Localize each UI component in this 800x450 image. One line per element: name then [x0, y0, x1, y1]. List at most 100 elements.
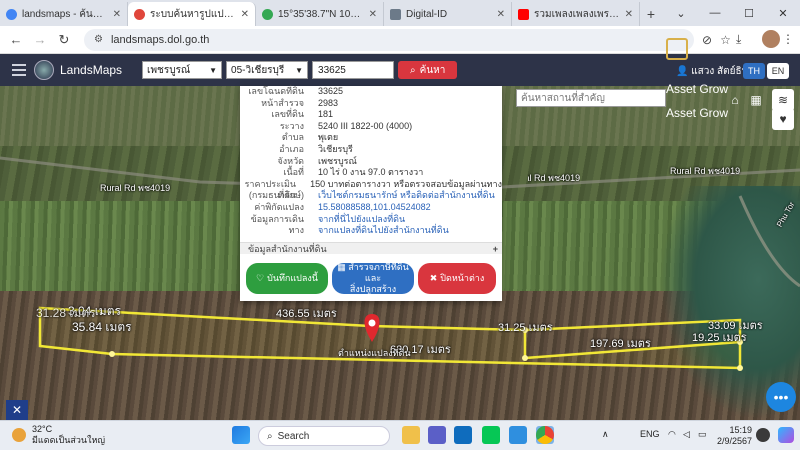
parcel-info-value: 33625	[318, 86, 344, 96]
search-icon: ⌕	[410, 64, 416, 76]
profile-avatar[interactable]	[762, 30, 780, 48]
parcel-info-row: ตำบล พุเตย	[240, 132, 502, 144]
taskbar-search[interactable]: ⌕ Search	[258, 426, 390, 446]
teams-icon[interactable]	[428, 426, 446, 444]
lang-th-button[interactable]: TH	[743, 63, 765, 79]
close-icon: ✖	[429, 273, 438, 283]
parcel-info-key: จังหวัด	[277, 155, 305, 166]
forward-icon[interactable]: →	[28, 32, 52, 47]
parcel-info-key: ตำบล	[281, 132, 304, 143]
reload-icon[interactable]: ↻	[52, 32, 76, 48]
browser-tab-strip: landsmaps - ค้นหาด้วย Go ✕ ระบบค้นหารูปแ…	[0, 0, 800, 26]
land-office-section[interactable]: ข้อมูลสำนักงานที่ดิน +	[240, 242, 502, 254]
notification-icon[interactable]	[756, 428, 770, 442]
line-icon[interactable]	[482, 426, 500, 444]
place-search-input[interactable]: ค้นหาสถานที่สำคัญ	[516, 89, 666, 107]
save-parcel-button[interactable]: ♡ บันทึกแปลงนี้	[246, 263, 328, 294]
measure-label: 436.55 เมตร	[276, 308, 337, 320]
tax-survey-button[interactable]: ▦ สำรวจภาษีที่ดินและ สิ่งปลูกสร้าง	[332, 262, 414, 294]
parcel-info-row: ค่าพิกัดแปลง 15.58088588,101.04524082	[240, 202, 502, 214]
window-controls: ⌄ — ☐ ✕	[664, 0, 800, 26]
parcel-info-link[interactable]: เว็บไซต์กรมธนารักษ์ หรือติดต่อสำนักงานที…	[318, 190, 495, 202]
search-button-label: ค้นหา	[419, 64, 446, 76]
close-icon[interactable]: ✕	[497, 9, 505, 20]
asset-grow-watermark: Asset Grow	[666, 82, 729, 96]
map-pin-favicon-icon	[134, 8, 145, 20]
menu-icon[interactable]	[12, 61, 26, 79]
measure-label: 197.69 เมตร	[590, 338, 651, 350]
browser-tab[interactable]: รวมเพลงเพลงเพราะฟังสบาย... ✕	[512, 2, 640, 26]
weather-widget[interactable]: 32°C มีแดดเป็นส่วนใหญ่	[12, 424, 105, 446]
parcel-info-row: เนื้อที่ 10 ไร่ 0 งาน 97.0 ตารางวา	[240, 167, 502, 179]
youtube-favicon-icon	[518, 8, 529, 20]
chevron-down-icon: ▼	[295, 65, 304, 75]
browser-tab[interactable]: landsmaps - ค้นหาด้วย Go ✕	[0, 2, 128, 26]
tray-chevron-icon[interactable]: ∧	[602, 429, 609, 440]
copilot-icon[interactable]	[778, 427, 794, 443]
sun-icon	[12, 428, 26, 442]
parcel-number-input[interactable]: 33625	[312, 61, 395, 79]
tools-icon[interactable]: ✕	[6, 400, 28, 420]
close-icon[interactable]: ✕	[113, 9, 121, 20]
parcel-info-link[interactable]: 15.58088588,101.04524082	[318, 202, 431, 214]
minimize-icon[interactable]: —	[698, 0, 732, 26]
close-icon[interactable]: ✕	[625, 9, 633, 20]
outlook-icon[interactable]	[454, 426, 472, 444]
close-window-icon[interactable]: ✕	[766, 0, 800, 26]
lang-en-button[interactable]: EN	[767, 63, 789, 79]
parcel-info-popup: เลขโฉนดที่ดิน 33625 หน้าสำรวจ 2983 เลขที่ดิน…	[240, 86, 502, 301]
maximize-icon[interactable]: ☐	[732, 0, 766, 26]
chrome-icon[interactable]	[536, 426, 554, 444]
heart-icon: ♡	[256, 273, 265, 283]
parcel-info-key: ระวาง	[279, 120, 304, 131]
parcel-info-value: 5240 III 1822-00 (4000)	[318, 120, 413, 131]
clock-date: 2/9/2567	[716, 436, 752, 446]
measure-label: 35.84 เมตร	[72, 320, 132, 334]
wifi-icon[interactable]: ◠	[668, 429, 676, 440]
search-button[interactable]: ⌕ ค้นหา	[398, 61, 458, 79]
maps-favicon-icon	[262, 8, 273, 20]
section-title: ข้อมูลสำนักงานที่ดิน	[248, 244, 327, 254]
road-label: Rural Rd พช4019	[670, 166, 741, 176]
browser-tab-active[interactable]: ระบบค้นหารูปแปลงที่ดิน (Lan ✕	[128, 2, 256, 26]
parcel-info-key: ข้อมูลการเดินทาง	[250, 213, 304, 236]
download-icon[interactable]: ⤓	[736, 32, 741, 47]
close-icon[interactable]: ✕	[369, 9, 377, 20]
back-icon[interactable]: ←	[4, 32, 28, 47]
new-tab-button[interactable]: +	[640, 2, 662, 26]
file-explorer-icon[interactable]	[402, 426, 420, 444]
chat-button[interactable]: •••	[766, 382, 796, 412]
browser-menu-icon[interactable]: ⋮	[782, 32, 794, 46]
home-icon[interactable]: ⌂	[724, 89, 746, 111]
grid-icon[interactable]: ▦	[745, 89, 767, 111]
browser-tab[interactable]: 15°35'38.7"N 101°03'38. ✕	[256, 2, 384, 26]
browser-tab[interactable]: Digital-ID ✕	[384, 2, 512, 26]
input-language[interactable]: ENG	[640, 429, 660, 439]
temperature: 32°C	[32, 424, 53, 434]
clock[interactable]: 15:19 2/9/2567	[716, 425, 752, 447]
url-field[interactable]: ⚙ landsmaps.dol.go.th	[84, 28, 694, 51]
province-select[interactable]: เพชรบูรณ์ ▼	[142, 61, 223, 79]
expand-icon[interactable]: +	[493, 243, 498, 255]
favorite-heart-icon[interactable]: ♥	[772, 108, 794, 130]
volume-icon[interactable]: ◁	[683, 429, 690, 440]
parcel-info-value: 150 บาทต่อตารางวา หรือตรวจสอบข้อมูลผ่านท…	[310, 178, 502, 189]
parcel-info-row: หน้าสำรวจ 2983	[240, 98, 502, 110]
parcel-info-rows: เลขโฉนดที่ดิน 33625 หน้าสำรวจ 2983 เลขที่ดิน…	[240, 86, 502, 237]
photos-icon[interactable]	[509, 426, 527, 444]
close-popup-button[interactable]: ✖ ปิดหน้าต่าง	[418, 263, 496, 294]
parcel-info-key: ราคาประเมินที่ดิน	[244, 178, 297, 201]
parcel-info-key: อำเภอ	[279, 143, 304, 154]
tab-search-icon[interactable]: ⌄	[664, 0, 698, 26]
parcel-info-value: พุเตย	[318, 132, 339, 143]
parcel-info-link[interactable]: จากแปลงที่ดินไปยังสำนักงานที่ดิน	[318, 225, 449, 237]
parcel-info-link[interactable]: จากที่นี่ไปยังแปลงที่ดิน	[318, 214, 405, 226]
start-icon[interactable]	[232, 426, 250, 444]
weather-status: มีแดดเป็นส่วนใหญ่	[32, 435, 106, 445]
site-info-icon[interactable]: ⚙	[94, 34, 103, 45]
measure-label: 31.25 เมตร	[498, 322, 553, 334]
district-select[interactable]: 05-วิเชียรบุรี ▼	[226, 61, 309, 79]
battery-icon[interactable]: ▭	[698, 429, 707, 440]
close-icon[interactable]: ✕	[241, 9, 249, 20]
parcel-info-value: 181	[318, 109, 334, 120]
